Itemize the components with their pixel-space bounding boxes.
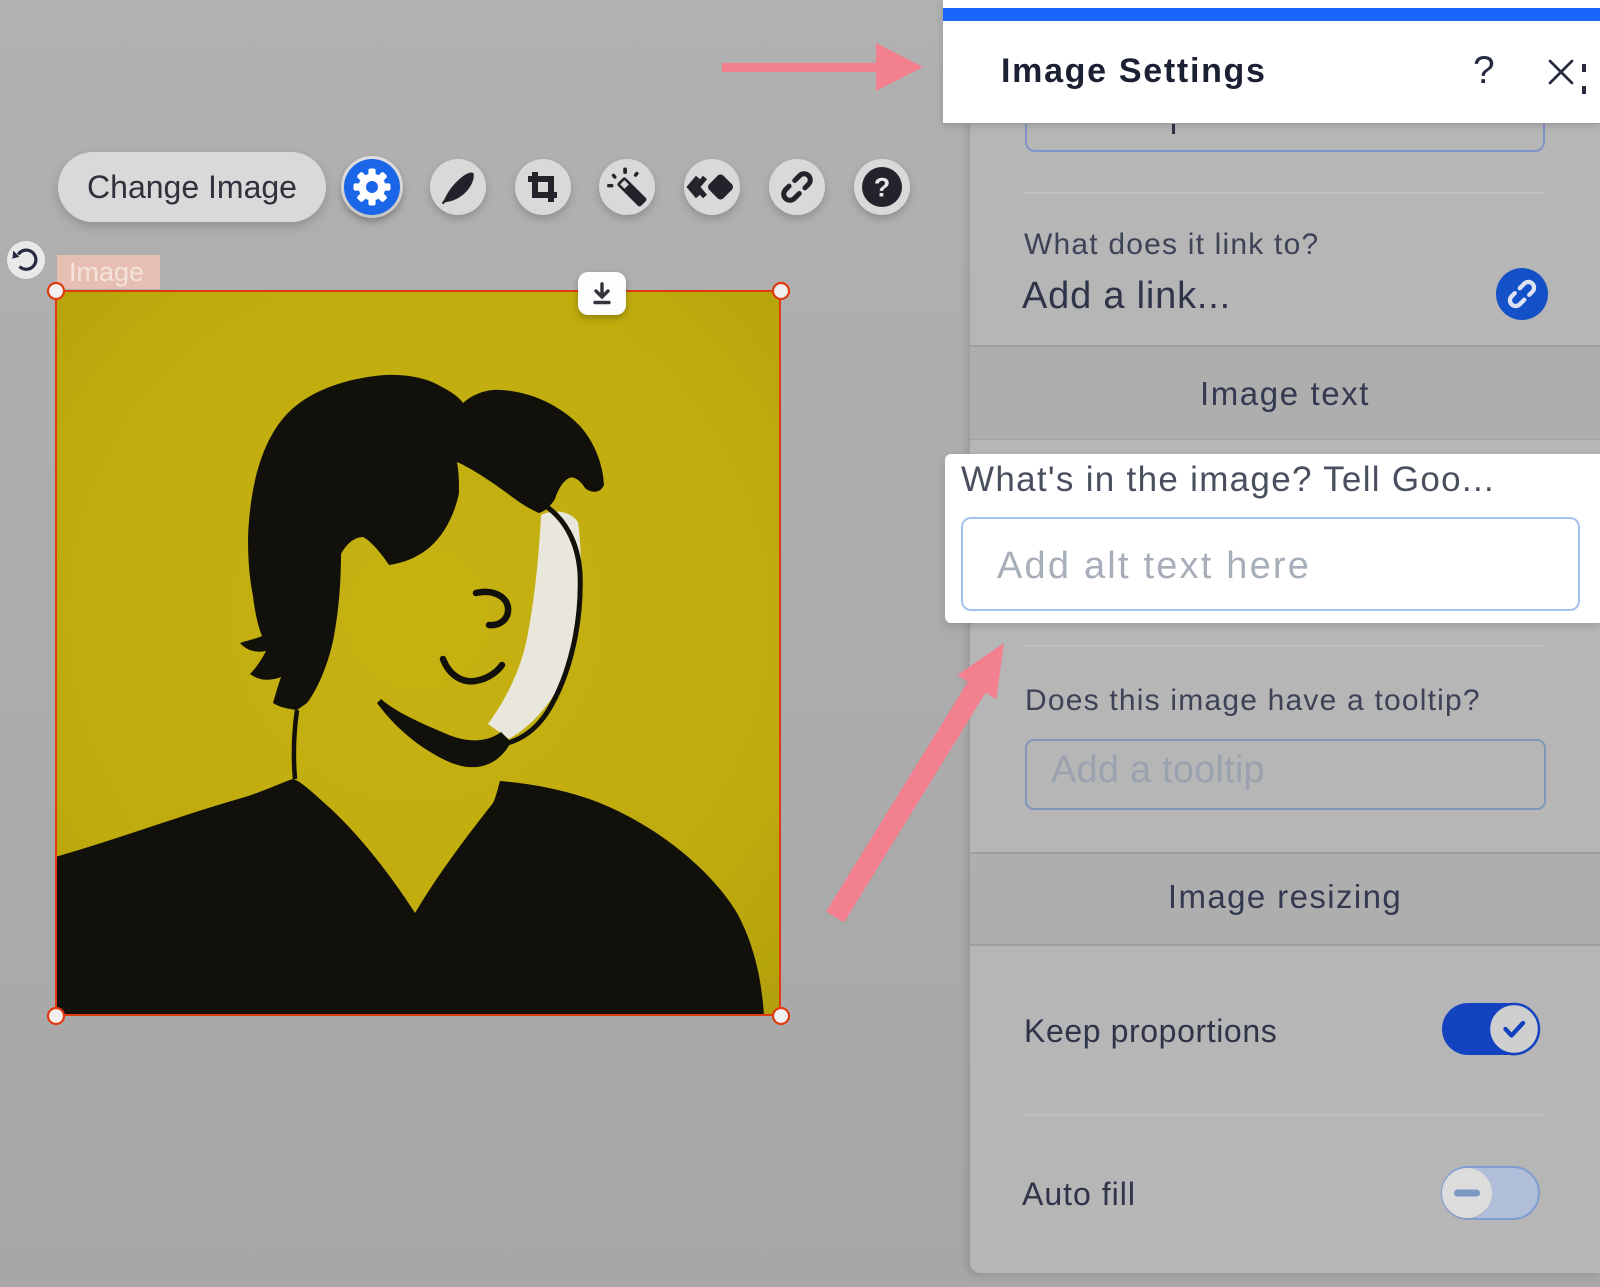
svg-text:?: ? [874,173,891,203]
